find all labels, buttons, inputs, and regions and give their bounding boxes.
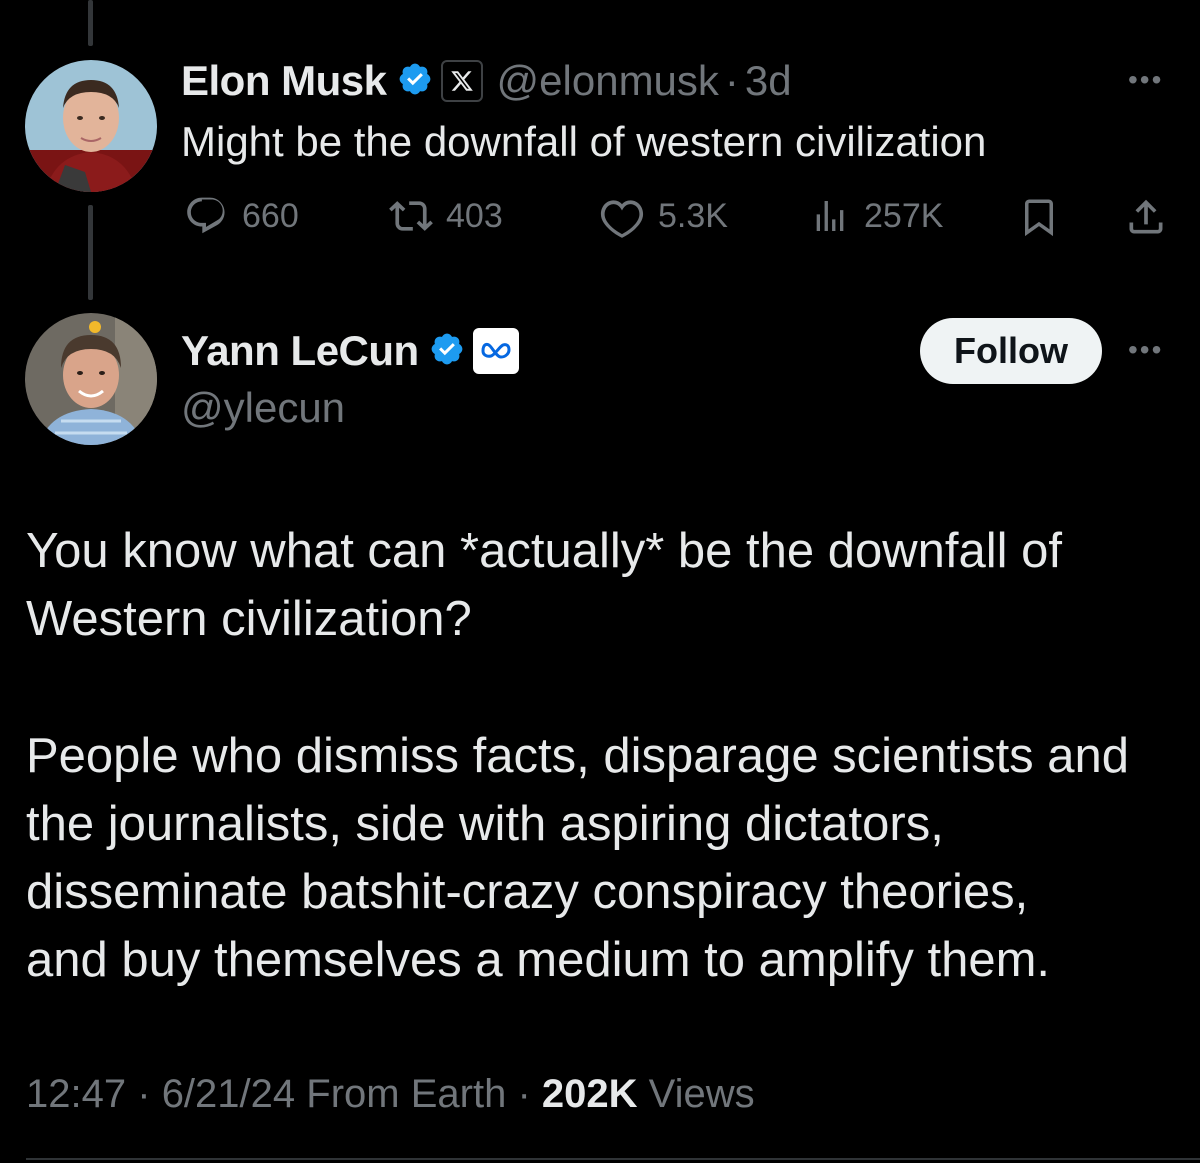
views-icon xyxy=(816,201,844,231)
body-line: People who dismiss facts, disparage scie… xyxy=(26,729,1130,783)
author-handle[interactable]: @ylecun xyxy=(181,384,345,432)
reply-button[interactable]: 660 xyxy=(184,194,299,238)
share-icon xyxy=(1129,199,1163,234)
tweet-metadata: 12:47 · 6/21/24 From Earth · 202K Views xyxy=(26,1072,755,1117)
avatar-elon[interactable] xyxy=(25,60,157,192)
tweet-source: From Earth xyxy=(306,1072,507,1116)
thread-line-top xyxy=(88,0,93,46)
verified-badge-icon xyxy=(397,61,433,102)
repost-count: 403 xyxy=(446,196,503,235)
view-count: 202K xyxy=(541,1072,638,1116)
divider xyxy=(26,1158,1200,1160)
bookmark-button[interactable] xyxy=(1018,194,1060,240)
tweet-time[interactable]: 12:47 xyxy=(26,1072,126,1116)
tweet-date[interactable]: 6/21/24 xyxy=(162,1072,295,1116)
like-button[interactable]: 5.3K xyxy=(600,194,728,238)
more-options-icon[interactable]: ••• xyxy=(1128,66,1163,94)
x-affiliation-icon xyxy=(440,60,483,102)
parent-tweet-header: Elon Musk @elonmusk · 3d xyxy=(181,56,792,106)
repost-button[interactable]: 403 xyxy=(386,194,503,238)
separator: · xyxy=(724,57,739,104)
timestamp[interactable]: 3d xyxy=(745,57,792,105)
main-tweet-header: Yann LeCun xyxy=(181,325,519,377)
views-count: 257K xyxy=(864,196,944,235)
reply-icon xyxy=(187,197,225,234)
thread-line-middle xyxy=(88,205,93,300)
meta-affiliation-icon xyxy=(472,328,519,374)
follow-button[interactable]: Follow xyxy=(920,318,1102,384)
author-name[interactable]: Elon Musk xyxy=(181,57,387,105)
views-button[interactable]: 257K xyxy=(810,194,943,238)
separator: · xyxy=(137,1072,151,1116)
avatar-yann[interactable] xyxy=(25,313,157,445)
body-line: disseminate batshit-crazy conspiracy the… xyxy=(26,865,1029,919)
main-tweet-body-paragraph-2: People who dismiss facts, disparage scie… xyxy=(26,722,1129,994)
like-icon xyxy=(600,200,644,238)
repost-icon xyxy=(389,201,433,231)
views-label: Views xyxy=(648,1072,755,1116)
body-line: the journalists, side with aspiring dict… xyxy=(26,797,944,851)
author-handle[interactable]: @elonmusk xyxy=(497,57,719,105)
main-tweet-body: You know what can *actually* be the down… xyxy=(26,517,1062,653)
body-line: You know what can *actually* be the down… xyxy=(26,524,1063,578)
more-options-icon[interactable]: ••• xyxy=(1128,336,1163,364)
like-count: 5.3K xyxy=(658,196,728,235)
body-line: and buy themselves a medium to amplify t… xyxy=(26,933,1051,987)
share-button[interactable] xyxy=(1124,194,1168,240)
parent-tweet-text: Might be the downfall of western civiliz… xyxy=(181,118,987,165)
author-name[interactable]: Yann LeCun xyxy=(181,327,419,375)
verified-badge-icon xyxy=(429,331,465,372)
separator: · xyxy=(517,1072,531,1116)
bookmark-icon xyxy=(1025,199,1053,237)
reply-count: 660 xyxy=(242,196,299,235)
body-line: Western civilization? xyxy=(26,592,472,646)
